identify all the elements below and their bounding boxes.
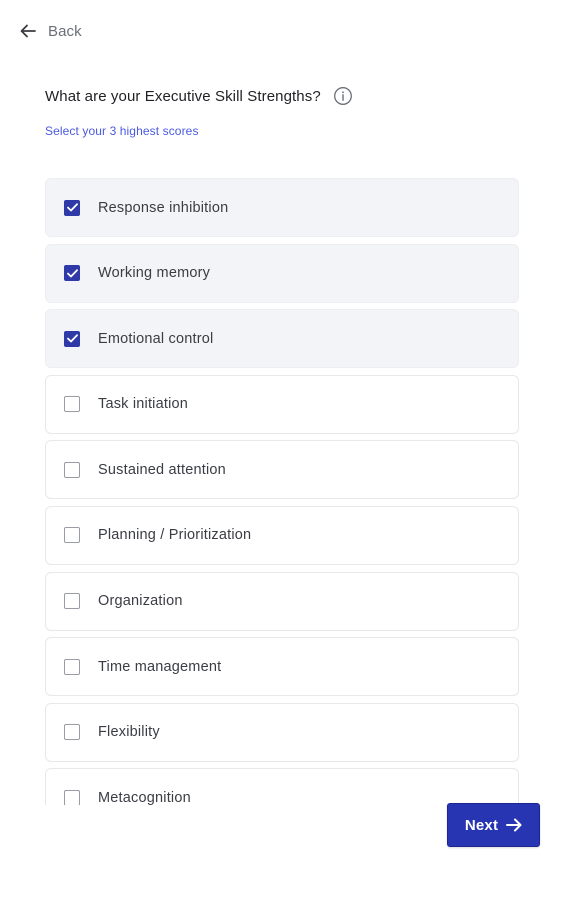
skill-option-label: Metacognition	[98, 789, 191, 805]
skill-checkbox[interactable]	[64, 527, 80, 544]
checkmark-icon	[66, 268, 78, 278]
selection-hint: Select your 3 highest scores	[45, 124, 199, 138]
skill-checkbox[interactable]	[64, 789, 80, 805]
skill-checkbox[interactable]	[64, 265, 80, 282]
skill-checkbox[interactable]	[64, 199, 80, 216]
arrow-right-icon	[506, 818, 522, 832]
skill-option[interactable]: Task initiation	[45, 374, 519, 434]
skill-checkbox[interactable]	[64, 724, 80, 741]
skill-checkbox[interactable]	[64, 658, 80, 675]
back-button[interactable]: Back	[20, 20, 82, 42]
skill-checkbox[interactable]	[64, 461, 80, 478]
skill-option[interactable]: Organization	[45, 571, 519, 631]
skill-option[interactable]: Response inhibition	[45, 178, 519, 237]
skill-checkbox[interactable]	[64, 593, 80, 610]
skill-option-label: Flexibility	[98, 724, 160, 741]
skill-option[interactable]: Planning / Prioritization	[45, 505, 519, 565]
info-icon[interactable]	[333, 86, 353, 106]
skill-option[interactable]: Time management	[45, 637, 519, 697]
skill-option-label: Response inhibition	[98, 199, 229, 216]
skill-checkbox[interactable]	[64, 330, 80, 347]
skill-option-label: Organization	[98, 593, 183, 610]
skill-option-label: Time management	[98, 658, 222, 675]
skill-option[interactable]: Metacognition	[45, 768, 519, 805]
arrow-left-icon	[20, 24, 36, 38]
question-header: What are your Executive Skill Strengths?	[45, 85, 353, 107]
next-button[interactable]: Next	[447, 803, 540, 847]
skill-option[interactable]: Emotional control	[45, 309, 519, 369]
skills-screen: Back What are your Executive Skill Stren…	[0, 0, 563, 900]
back-label: Back	[48, 22, 82, 40]
skill-option-label: Emotional control	[98, 330, 214, 347]
skill-option[interactable]: Working memory	[45, 243, 519, 303]
skill-option-label: Working memory	[98, 265, 211, 282]
checkmark-icon	[66, 203, 78, 212]
skill-option[interactable]: Flexibility	[45, 702, 519, 762]
skill-options-list[interactable]: Response inhibition Working memory Emotion…	[45, 178, 519, 805]
skill-checkbox[interactable]	[64, 396, 80, 413]
skill-option[interactable]: Sustained attention	[45, 440, 519, 500]
question-title: What are your Executive Skill Strengths?	[45, 87, 321, 105]
skill-option-label: Sustained attention	[98, 461, 226, 478]
skill-option-label: Planning / Prioritization	[98, 527, 252, 544]
checkmark-icon	[66, 334, 78, 343]
next-label: Next	[464, 816, 499, 834]
skill-option-label: Task initiation	[98, 396, 189, 413]
